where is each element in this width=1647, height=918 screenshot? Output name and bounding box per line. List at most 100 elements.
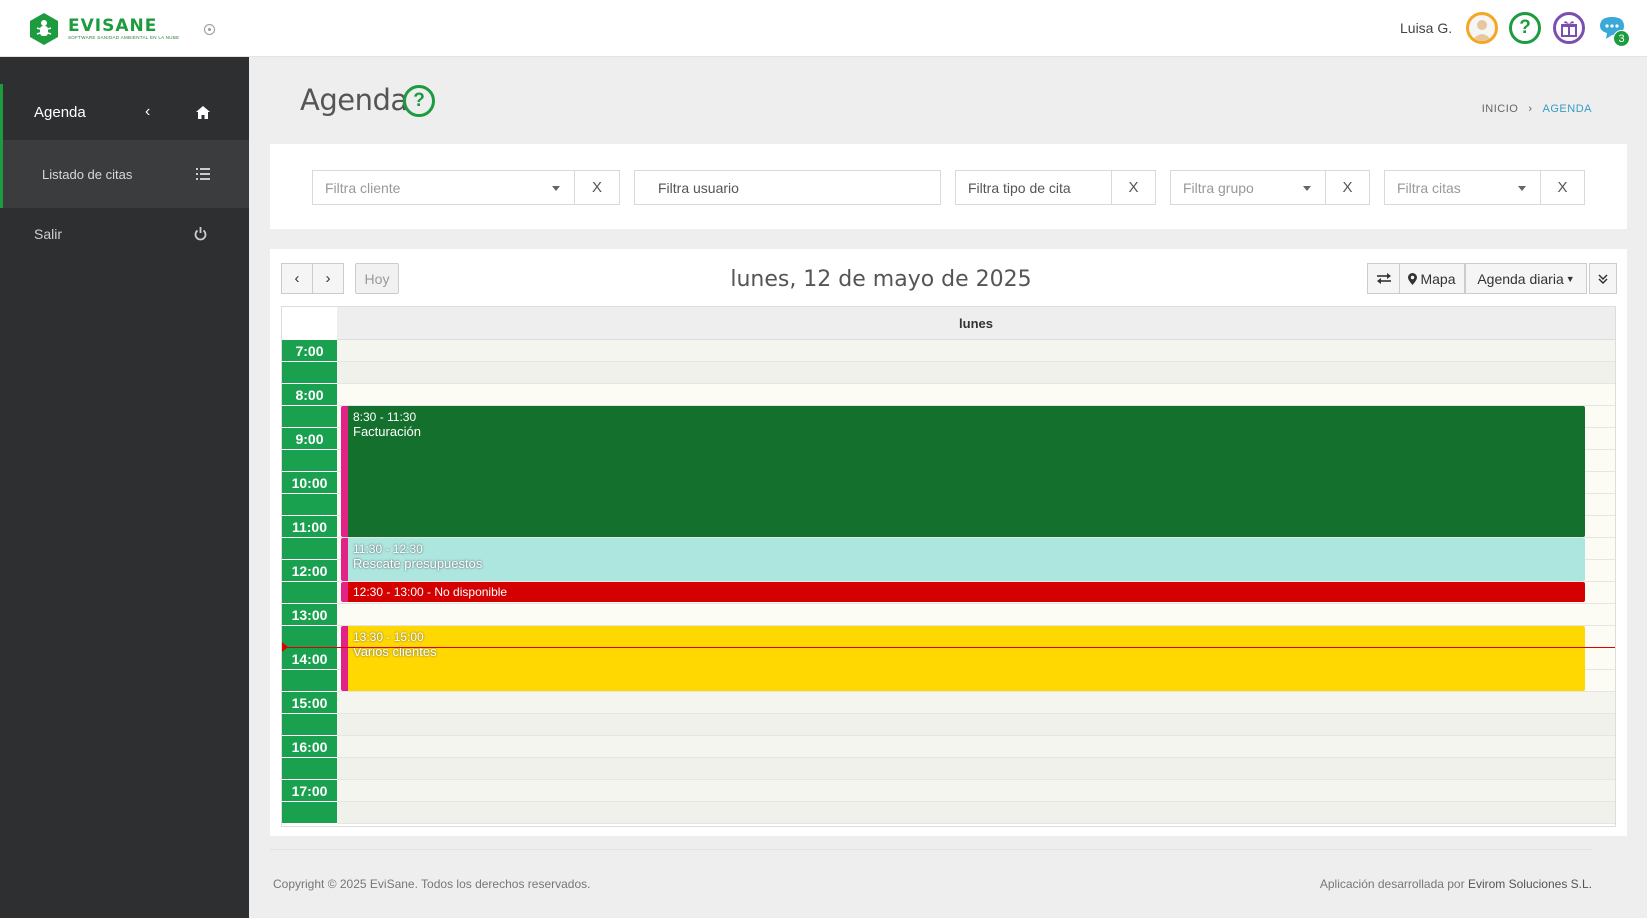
event-time: 8:30 - 11:30 bbox=[353, 410, 417, 424]
event-time: 11:30 - 12:30 bbox=[353, 542, 423, 556]
event-time: 13:30 - 15:00 bbox=[353, 630, 424, 644]
footer-copyright: Copyright © 2025 EviSane. Todos los dere… bbox=[273, 877, 591, 891]
time-label: 16:00 bbox=[282, 736, 337, 758]
map-label: Mapa bbox=[1420, 270, 1456, 287]
day-header: lunes bbox=[337, 307, 1615, 340]
list-icon bbox=[196, 168, 210, 180]
time-half-cell bbox=[282, 582, 337, 604]
chevron-right-icon: › bbox=[1528, 103, 1533, 115]
time-slot[interactable] bbox=[337, 384, 1615, 406]
sidebar-toggle-icon[interactable] bbox=[204, 24, 215, 35]
sidebar-item-label: Salir bbox=[34, 226, 63, 242]
filter-citas-placeholder: Filtra citas bbox=[1397, 179, 1461, 196]
caret-down-icon: ▼ bbox=[1565, 273, 1575, 284]
filter-citas-select[interactable]: Filtra citas bbox=[1384, 170, 1541, 205]
footer-divider bbox=[270, 849, 1592, 850]
sidebar-item-salir[interactable]: Salir bbox=[0, 207, 249, 261]
chat-badge: 3 bbox=[1613, 30, 1630, 47]
event-title: Facturación bbox=[353, 424, 421, 439]
time-half-cell bbox=[282, 406, 337, 428]
swap-button[interactable] bbox=[1367, 263, 1400, 294]
day-grid: lunes 7:00 8:00 9:00 10:00 11:00 12:00 1… bbox=[281, 306, 1616, 827]
filter-grupo-select[interactable]: Filtra grupo bbox=[1170, 170, 1326, 205]
time-half-cell bbox=[282, 362, 337, 384]
clear-tipo-cita-button[interactable]: X bbox=[1112, 170, 1156, 205]
logo-name: EVISANE bbox=[68, 16, 158, 36]
time-half-cell bbox=[282, 802, 337, 824]
breadcrumb-agenda[interactable]: AGENDA bbox=[1543, 103, 1592, 115]
event-facturacion[interactable]: 8:30 - 11:30 Facturación bbox=[341, 406, 1585, 537]
clear-grupo-button[interactable]: X bbox=[1326, 170, 1370, 205]
sidebar-item-label: Listado de citas bbox=[42, 166, 133, 182]
event-varios-clientes[interactable]: 13:30 - 15:00 Varios clientes bbox=[341, 626, 1585, 691]
time-slot[interactable] bbox=[337, 802, 1615, 824]
time-half-cell bbox=[282, 626, 337, 648]
time-label: 8:00 bbox=[282, 384, 337, 406]
avatar-icon[interactable] bbox=[1466, 12, 1498, 44]
swap-icon bbox=[1376, 273, 1391, 284]
time-half-cell bbox=[282, 714, 337, 736]
gift-icon[interactable] bbox=[1553, 12, 1585, 44]
caret-down-icon bbox=[1303, 186, 1311, 191]
event-no-disponible[interactable]: 12:30 - 13:00 - No disponible bbox=[341, 582, 1585, 602]
filter-tipo-cita-input[interactable]: Filtra tipo de cita bbox=[955, 170, 1112, 205]
power-icon bbox=[194, 227, 207, 241]
footer-company-link[interactable]: Evirom Soluciones S.L. bbox=[1468, 877, 1592, 891]
user-name[interactable]: Luisa G. bbox=[1400, 20, 1452, 36]
filter-usuario-input[interactable]: Filtra usuario bbox=[634, 170, 941, 205]
logo[interactable]: EVISANE SOFTWARE SANIDAD AMBIENTAL EN LA… bbox=[28, 12, 179, 46]
time-slot[interactable] bbox=[337, 758, 1615, 780]
caret-down-icon bbox=[1518, 186, 1526, 191]
sidebar-item-label: Agenda bbox=[34, 103, 86, 121]
current-time-arrow-icon bbox=[282, 642, 288, 652]
filter-panel: Filtra cliente X Filtra usuario Filtra t… bbox=[270, 144, 1627, 229]
time-half-cell bbox=[282, 670, 337, 692]
footer-credits: Aplicación desarrollada por Evirom Soluc… bbox=[1320, 877, 1592, 891]
time-label: 13:00 bbox=[282, 604, 337, 626]
time-label: 15:00 bbox=[282, 692, 337, 714]
logo-tagline: SOFTWARE SANIDAD AMBIENTAL EN LA NUBE bbox=[68, 35, 180, 40]
event-rescate-presupuestos[interactable]: 11:30 - 12:30 Rescate presupuestos bbox=[341, 538, 1585, 581]
sidebar-item-agenda[interactable]: Agenda ‹ bbox=[0, 84, 249, 140]
sidebar-item-listado-de-citas[interactable]: Listado de citas bbox=[0, 140, 249, 208]
map-button[interactable]: Mapa bbox=[1399, 263, 1465, 294]
clear-cliente-button[interactable]: X bbox=[575, 170, 620, 205]
time-label: 11:00 bbox=[282, 516, 337, 538]
double-chevron-down-icon bbox=[1598, 273, 1608, 284]
time-half-cell bbox=[282, 538, 337, 560]
time-slot[interactable] bbox=[337, 340, 1615, 362]
time-label: 10:00 bbox=[282, 472, 337, 494]
breadcrumb-inicio[interactable]: INICIO bbox=[1482, 103, 1519, 115]
help-icon[interactable]: ? bbox=[1509, 12, 1541, 44]
time-slot[interactable] bbox=[337, 714, 1615, 736]
time-slot[interactable] bbox=[337, 780, 1615, 802]
view-select-button[interactable]: Agenda diaria ▼ bbox=[1465, 263, 1587, 294]
time-slot[interactable] bbox=[337, 736, 1615, 758]
expand-button[interactable] bbox=[1589, 263, 1617, 294]
logo-icon bbox=[30, 13, 58, 45]
chevron-left-icon: ‹ bbox=[145, 103, 151, 120]
help-icon[interactable]: ? bbox=[403, 85, 435, 117]
event-title: Rescate presupuestos bbox=[353, 556, 483, 571]
time-slot[interactable] bbox=[337, 362, 1615, 384]
clear-citas-button[interactable]: X bbox=[1541, 170, 1585, 205]
calendar-date-title: lunes, 12 de mayo de 2025 bbox=[730, 267, 1032, 292]
time-label: 9:00 bbox=[282, 428, 337, 450]
home-icon bbox=[196, 105, 210, 119]
footer-developed-by: Aplicación desarrollada por bbox=[1319, 877, 1465, 891]
page-title: Agenda bbox=[300, 83, 408, 117]
sidebar: Agenda ‹ Listado de citas Salir bbox=[0, 57, 249, 918]
time-half-cell bbox=[282, 758, 337, 780]
time-slot[interactable] bbox=[337, 604, 1615, 626]
time-label: 17:00 bbox=[282, 780, 337, 802]
top-bar: EVISANE SOFTWARE SANIDAD AMBIENTAL EN LA… bbox=[0, 0, 1647, 57]
event-label: 12:30 - 13:00 - No disponible bbox=[353, 585, 508, 599]
current-time-line bbox=[282, 647, 1615, 648]
map-marker-icon bbox=[1408, 272, 1418, 285]
time-label: 14:00 bbox=[282, 648, 337, 670]
calendar-panel: ‹ › Hoy lunes, 12 de mayo de 2025 Mapa A… bbox=[270, 249, 1627, 836]
time-slot[interactable] bbox=[337, 692, 1615, 714]
time-half-cell bbox=[282, 450, 337, 472]
filter-cliente-select[interactable]: Filtra cliente bbox=[312, 170, 575, 205]
time-label: 7:00 bbox=[282, 340, 337, 362]
